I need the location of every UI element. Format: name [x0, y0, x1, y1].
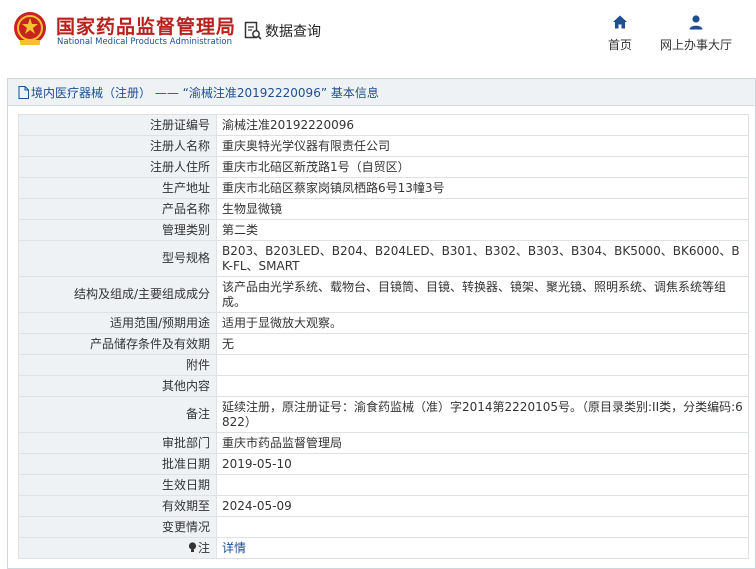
row-value: 延续注册，原注册证号：渝食药监械（准）字2014第2220105号。（原目录类别…: [216, 396, 749, 433]
data-query-label: 数据查询: [265, 24, 321, 40]
table-row: 适用范围/预期用途 适用于显微放大观察。: [18, 312, 749, 334]
table-row: 生效日期: [18, 474, 749, 496]
table-row: 管理类别 第二类: [18, 219, 749, 241]
table-row: 附件: [18, 354, 749, 376]
table-row: 注册人名称 重庆奥特光学仪器有限责任公司: [18, 135, 749, 157]
document-icon: [18, 85, 29, 99]
row-label: 批准日期: [18, 453, 217, 475]
table-row: 注册证编号 渝械注准20192220096: [18, 114, 749, 136]
nav-online-service-hall-label: 网上办事大厅: [659, 38, 732, 52]
row-value: B203、B203LED、B204、B204LED、B301、B302、B303…: [216, 240, 749, 277]
table-row: 有效期至 2024-05-09: [18, 495, 749, 517]
row-value: 适用于显微放大观察。: [216, 312, 749, 334]
table-row: 注 详情: [18, 537, 749, 559]
row-label: 生效日期: [18, 474, 217, 496]
table-row: 生产地址 重庆市北碚区蔡家岗镇凤栖路6号13幢3号: [18, 177, 749, 199]
note-label: 注: [197, 540, 210, 555]
nav-online-service-hall[interactable]: 网上办事大厅: [656, 14, 736, 53]
panel-title-bar: 境内医疗器械（注册） —— “渝械注准20192220096” 基本信息: [8, 79, 755, 106]
user-icon: [689, 15, 703, 30]
row-value: 2024-05-09: [216, 495, 749, 517]
table-row: 其他内容: [18, 375, 749, 397]
row-value: 生物显微镜: [216, 198, 749, 220]
row-label: 有效期至: [18, 495, 217, 517]
table-row: 产品名称 生物显微镜: [18, 198, 749, 220]
panel-title: 境内医疗器械（注册） —— “渝械注准20192220096” 基本信息: [31, 85, 379, 100]
row-value: [216, 516, 749, 538]
basic-info-panel: 境内医疗器械（注册） —— “渝械注准20192220096” 基本信息 注册证…: [7, 78, 756, 569]
row-label: 适用范围/预期用途: [18, 312, 217, 334]
nav-home[interactable]: 首页: [603, 14, 637, 53]
row-label: 生产地址: [18, 177, 217, 199]
note-label-cell: 注: [18, 537, 217, 559]
nav-home-label: 首页: [607, 38, 632, 52]
row-label: 变更情况: [18, 516, 217, 538]
table-row: 备注 延续注册，原注册证号：渝食药监械（准）字2014第2220105号。（原目…: [18, 396, 749, 433]
row-value: 重庆市北碚区新茂路1号（自贸区）: [216, 156, 749, 178]
details-link[interactable]: 详情: [222, 541, 246, 555]
search-document-icon: [244, 21, 262, 40]
site-header: 国家药品监督管理局 National Medical Products Admi…: [0, 0, 756, 70]
table-row: 结构及组成/主要组成成分 该产品由光学系统、载物台、目镜筒、目镜、转换器、镜架、…: [18, 276, 749, 313]
row-label: 注册人名称: [18, 135, 217, 157]
national-emblem-icon: [14, 12, 46, 45]
row-value: 该产品由光学系统、载物台、目镜筒、目镜、转换器、镜架、聚光镜、照明系统、调焦系统…: [216, 276, 749, 313]
row-label: 附件: [18, 354, 217, 376]
row-value: 渝械注准20192220096: [216, 114, 749, 136]
row-label: 结构及组成/主要组成成分: [18, 276, 217, 313]
row-label: 注册人住所: [18, 156, 217, 178]
brand-title: 国家药品监督管理局: [56, 16, 237, 38]
note-value-cell: 详情: [216, 537, 749, 559]
data-query-link[interactable]: 数据查询: [244, 20, 321, 42]
row-label: 审批部门: [18, 432, 217, 454]
row-label: 产品储存条件及有效期: [18, 333, 217, 355]
row-value: 无: [216, 333, 749, 355]
lightbulb-icon: [188, 541, 197, 552]
row-value: 2019-05-10: [216, 453, 749, 475]
table-row: 注册人住所 重庆市北碚区新茂路1号（自贸区）: [18, 156, 749, 178]
row-label: 型号规格: [18, 240, 217, 277]
brand-subtitle: National Medical Products Administration: [57, 37, 232, 47]
row-label: 管理类别: [18, 219, 217, 241]
row-value: 重庆市药品监督管理局: [216, 432, 749, 454]
row-value: 重庆市北碚区蔡家岗镇凤栖路6号13幢3号: [216, 177, 749, 199]
row-label: 备注: [18, 396, 217, 433]
row-label: 产品名称: [18, 198, 217, 220]
row-label: 注册证编号: [18, 114, 217, 136]
table-row: 产品储存条件及有效期 无: [18, 333, 749, 355]
home-icon: [613, 15, 627, 29]
table-row: 审批部门 重庆市药品监督管理局: [18, 432, 749, 454]
table-row: 变更情况: [18, 516, 749, 538]
table-row: 型号规格 B203、B203LED、B204、B204LED、B301、B302…: [18, 240, 749, 277]
row-label: 其他内容: [18, 375, 217, 397]
table-row: 批准日期 2019-05-10: [18, 453, 749, 475]
row-value: [216, 474, 749, 496]
row-value: [216, 375, 749, 397]
registration-info-table: 注册证编号 渝械注准20192220096 注册人名称 重庆奥特光学仪器有限责任…: [18, 114, 749, 559]
row-value: 重庆奥特光学仪器有限责任公司: [216, 135, 749, 157]
row-value: 第二类: [216, 219, 749, 241]
row-value: [216, 354, 749, 376]
